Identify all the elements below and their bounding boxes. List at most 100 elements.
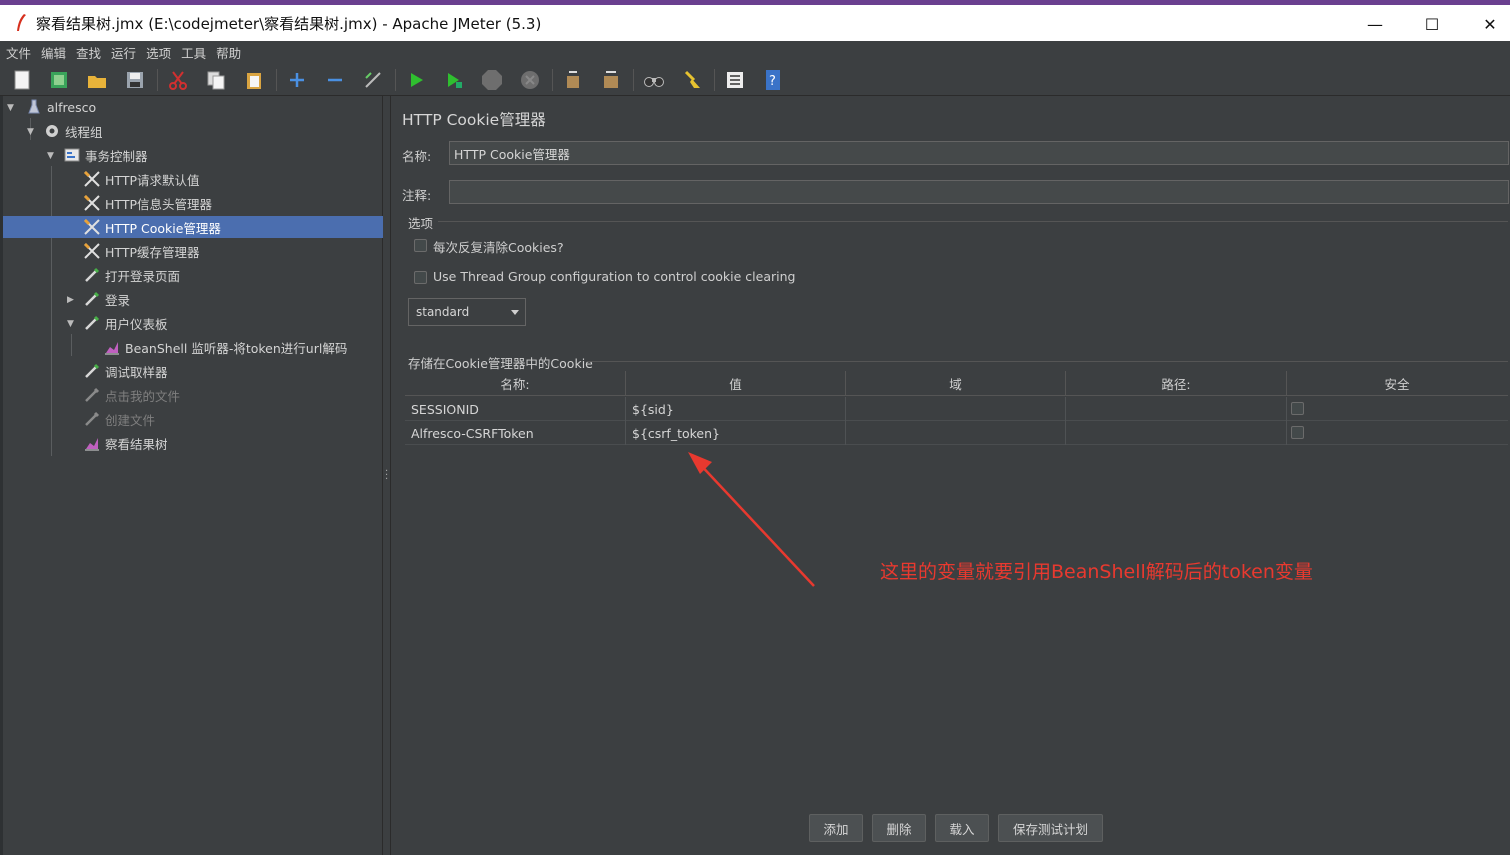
tree-node-login[interactable]: 登录 [83,288,130,310]
sampler-pipette-icon [83,362,101,380]
start-no-pauses-icon[interactable] [443,69,465,91]
cookie-path-cell[interactable] [1066,421,1287,445]
maximize-button[interactable]: ☐ [1409,9,1455,39]
menu-bar: 文件 编辑 查找 运行 选项 工具 帮助 [0,41,1510,63]
tree-node-label: 打开登录页面 [105,268,181,284]
cookie-value-cell[interactable]: ${csrf_token} [626,421,846,445]
clear-cookies-checkbox[interactable] [414,239,427,252]
tree-node-label: 用户仪表板 [105,316,168,332]
table-row[interactable]: SESSIONID ${sid} [405,397,1508,421]
templates-icon[interactable] [48,69,70,91]
copy-icon[interactable] [205,69,227,91]
expand-arrow-icon[interactable]: ▼ [47,151,57,161]
menu-search[interactable]: 查找 [76,43,101,62]
cookie-domain-cell[interactable] [846,397,1066,421]
cookie-secure-cell[interactable] [1287,421,1507,445]
save-test-plan-button[interactable]: 保存测试计划 [998,814,1103,842]
tree-node-label: HTTP Cookie管理器 [105,220,221,236]
window-title: 察看结果树.jmx (E:\codejmeter\察看结果树.jmx) - Ap… [36,15,542,33]
menu-help[interactable]: 帮助 [216,43,241,62]
toolbar: ? [0,63,1510,96]
cookie-policy-select[interactable]: standard [408,298,526,326]
column-header-secure[interactable]: 安全 [1287,371,1507,396]
menu-options[interactable]: 选项 [146,43,171,62]
open-icon[interactable] [86,69,108,91]
table-row[interactable]: Alfresco-CSRFToken ${csrf_token} [405,421,1508,445]
menu-run[interactable]: 运行 [111,43,136,62]
cookie-domain-cell[interactable] [846,421,1066,445]
column-header-name[interactable]: 名称: [405,371,626,396]
paste-icon[interactable] [243,69,265,91]
tree-node-view-results-tree[interactable]: 察看结果树 [83,432,168,454]
close-button[interactable]: ✕ [1467,9,1510,39]
cookie-name-cell[interactable]: Alfresco-CSRFToken [405,421,626,445]
tree-node-debug-sampler[interactable]: 调试取样器 [83,360,168,382]
tree-node-thread-group[interactable]: 线程组 [43,120,103,142]
sampler-pipette-icon [83,386,101,404]
tree-node-label: HTTP缓存管理器 [105,244,200,260]
load-button[interactable]: 载入 [935,814,989,842]
tree-node-beanshell-listener[interactable]: BeanShell 监听器-将token进行url解码 [103,336,347,358]
clear-icon[interactable] [562,69,584,91]
tree-node-header-manager[interactable]: HTTP信息头管理器 [83,192,212,214]
cookie-name-cell[interactable]: SESSIONID [405,397,626,421]
collapse-all-icon[interactable] [324,69,346,91]
stop-icon[interactable] [481,69,503,91]
tree-node-transaction-controller[interactable]: 事务控制器 [63,144,148,166]
tree-node-create-file[interactable]: 创建文件 [83,408,155,430]
tree-node-alfresco[interactable]: alfresco [25,96,383,118]
sampler-pipette-icon [83,290,101,308]
tree-node-click-my-files[interactable]: 点击我的文件 [83,384,180,406]
sampler-pipette-icon [83,266,101,284]
cut-icon[interactable] [167,69,189,91]
start-icon[interactable] [405,69,427,91]
name-label: 名称: [402,149,432,164]
column-header-domain[interactable]: 域 [846,371,1066,396]
tree-node-cookie-manager[interactable]: HTTP Cookie管理器 [3,216,383,238]
comment-label: 注释: [402,188,432,203]
options-group-label: 选项 [408,216,434,231]
tree-node-label: HTTP请求默认值 [105,172,200,188]
menu-tools[interactable]: 工具 [181,43,206,62]
gear-icon [43,122,61,140]
save-icon[interactable] [124,69,146,91]
secure-checkbox[interactable] [1291,426,1304,439]
minimize-button[interactable]: — [1352,9,1398,39]
clear-all-icon[interactable] [600,69,622,91]
menu-edit[interactable]: 编辑 [41,43,66,62]
name-field[interactable]: HTTP Cookie管理器 [449,141,1509,165]
annotation-text: 这里的变量就要引用BeanShell解码后的token变量 [880,561,1313,583]
add-button[interactable]: 添加 [809,814,863,842]
tree-node-label: HTTP信息头管理器 [105,196,212,212]
expand-arrow-icon[interactable]: ▼ [67,319,77,329]
use-thread-group-checkbox[interactable] [414,271,427,284]
close-icon: ✕ [1483,14,1497,34]
secure-checkbox[interactable] [1291,402,1304,415]
function-helper-icon[interactable] [724,69,746,91]
expand-arrow-icon[interactable]: ▶ [67,295,77,305]
delete-button[interactable]: 删除 [872,814,926,842]
expand-all-icon[interactable] [286,69,308,91]
menu-file[interactable]: 文件 [6,43,31,62]
drag-handle-icon[interactable]: · · · [385,467,388,485]
cookie-path-cell[interactable] [1066,397,1287,421]
cookie-secure-cell[interactable] [1287,397,1507,421]
search-binoculars-icon[interactable] [643,69,665,91]
tree-node-http-defaults[interactable]: HTTP请求默认值 [83,168,200,190]
listener-graph-icon [83,434,101,452]
cookie-value-cell[interactable]: ${sid} [626,397,846,421]
column-header-path[interactable]: 路径: [1066,371,1287,396]
column-header-value[interactable]: 值 [626,371,846,396]
shutdown-icon[interactable] [519,69,541,91]
new-icon[interactable] [11,69,33,91]
expand-arrow-icon[interactable]: ▼ [27,127,37,137]
tree-node-open-login[interactable]: 打开登录页面 [83,264,180,286]
reset-search-broom-icon[interactable] [681,69,703,91]
toggle-icon[interactable] [362,69,384,91]
expand-arrow-icon[interactable]: ▼ [7,103,17,113]
help-icon[interactable]: ? [762,69,784,91]
tree-node-user-dashboard[interactable]: 用户仪表板 [83,312,168,334]
comment-field[interactable] [449,180,1509,204]
tree-node-cache-manager[interactable]: HTTP缓存管理器 [83,240,200,262]
tree-node-label: 创建文件 [105,412,156,428]
